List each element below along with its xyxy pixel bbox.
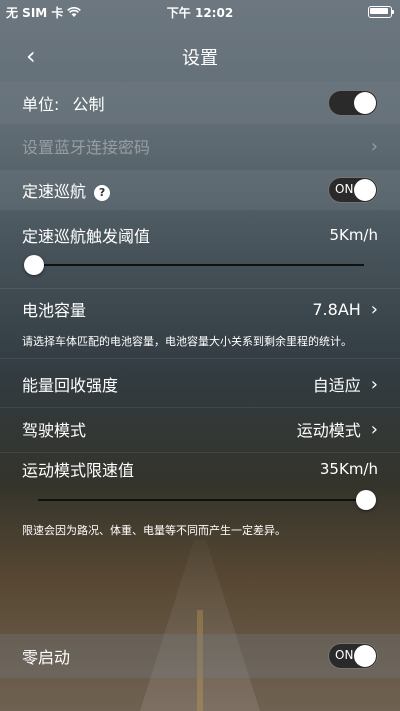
help-icon[interactable]: ?	[94, 184, 111, 201]
unit-label: 单位:	[22, 95, 60, 114]
zero-start-label: 零启动	[22, 648, 71, 667]
drive-mode-right: 运动模式 ›	[297, 417, 378, 441]
battery-value: 7.8AH	[312, 299, 361, 319]
slider-thumb[interactable]	[356, 490, 376, 510]
chevron-right-icon: ›	[370, 298, 378, 320]
divider	[0, 288, 400, 289]
nav-bar: ‹ 设置	[0, 38, 400, 74]
battery-row[interactable]: 电池容量 7.8AH ›	[0, 292, 400, 326]
sport-speed-limit-label: 运动模式限速值	[22, 461, 135, 480]
regen-value: 自适应	[312, 376, 361, 395]
bluetooth-password-label: 设置蓝牙连接密码	[22, 138, 151, 157]
toggle-knob	[354, 179, 376, 201]
divider	[0, 358, 400, 359]
regen-right: 自适应 ›	[313, 372, 378, 396]
battery-note: 请选择车体匹配的电池容量，电池容量大小关系到剩余里程的统计。	[22, 335, 352, 348]
status-bar: 无 SIM 卡 下午 12:02	[0, 0, 400, 24]
cruise-row: 定速巡航? ON	[0, 170, 400, 210]
divider	[0, 407, 400, 408]
regen-label: 能量回收强度	[22, 376, 119, 395]
cruise-threshold-row: 定速巡航触发阈值 5Km/h	[0, 222, 400, 248]
unit-toggle[interactable]	[328, 90, 378, 116]
status-time: 下午 12:02	[166, 6, 234, 20]
unit-label-group: 单位: 公制	[22, 91, 105, 115]
toggle-knob	[354, 645, 376, 667]
sport-speed-limit-row: 运动模式限速值 35Km/h	[0, 456, 400, 482]
zero-start-row: 零启动 ON	[0, 634, 400, 678]
regen-row[interactable]: 能量回收强度 自适应 ›	[0, 364, 400, 404]
slider-track	[38, 499, 376, 501]
divider	[0, 452, 400, 453]
toggle-on-label: ON	[335, 182, 354, 196]
cruise-threshold-label: 定速巡航触发阈值	[22, 227, 151, 246]
bluetooth-password-row: 设置蓝牙连接密码 ›	[0, 126, 400, 166]
page-title: 设置	[182, 48, 218, 69]
toggle-on-label: ON	[335, 648, 354, 662]
battery-label: 电池容量	[22, 301, 87, 320]
battery-icon	[368, 6, 394, 18]
drive-mode-label: 驾驶模式	[22, 421, 87, 440]
battery-right: 7.8AH ›	[312, 299, 378, 320]
speed-limit-note: 限速会因为路况、体重、电量等不同而产生一定差异。	[22, 524, 286, 537]
cruise-toggle[interactable]: ON	[328, 177, 378, 203]
slider-thumb[interactable]	[24, 255, 44, 275]
unit-value: 公制	[72, 95, 105, 114]
zero-start-toggle[interactable]: ON	[328, 643, 378, 669]
sport-speed-limit-value: 35Km/h	[319, 460, 378, 478]
cruise-threshold-slider[interactable]	[24, 253, 364, 277]
cruise-label-group: 定速巡航?	[22, 178, 111, 202]
drive-mode-value: 运动模式	[296, 421, 361, 440]
toggle-knob	[354, 92, 376, 114]
unit-row[interactable]: 单位: 公制	[0, 82, 400, 124]
slider-track	[24, 264, 364, 266]
chevron-right-icon: ›	[370, 418, 378, 440]
cruise-label: 定速巡航	[22, 182, 87, 201]
drive-mode-row[interactable]: 驾驶模式 运动模式 ›	[0, 410, 400, 448]
sport-speed-limit-slider[interactable]	[38, 488, 376, 512]
cruise-threshold-value: 5Km/h	[329, 226, 378, 244]
chevron-right-icon: ›	[370, 135, 378, 157]
chevron-right-icon: ›	[370, 373, 378, 395]
